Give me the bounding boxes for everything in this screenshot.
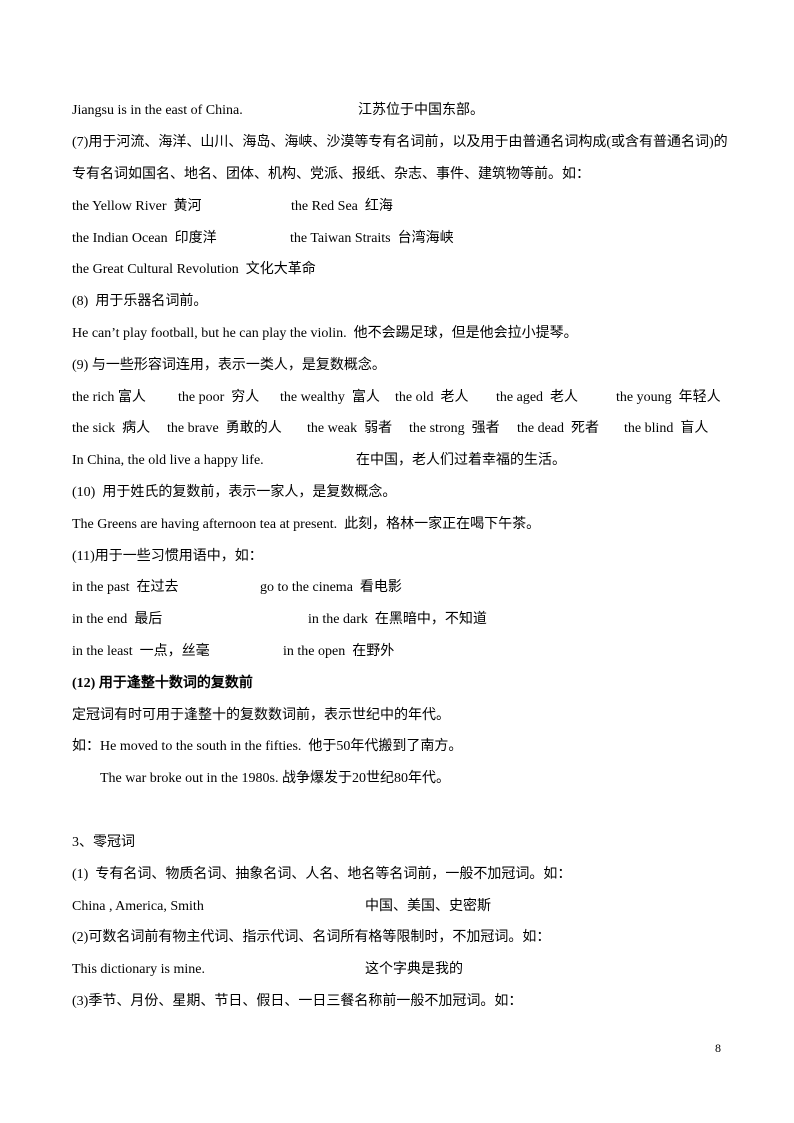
text-segment: the wealthy 富人 — [280, 390, 380, 405]
text-segment: the poor 穷人 — [178, 390, 260, 405]
text-segment: He can’t play football, but he can play … — [72, 326, 578, 341]
text-segment: This dictionary is mine. — [72, 962, 205, 977]
text-segment: 定冠词有时可用于逢整十的复数数词前，表示世纪中的年代。 — [72, 708, 450, 723]
text-segment: 江苏位于中国东部。 — [358, 103, 484, 118]
text-segment: in the least 一点，丝毫 — [72, 644, 210, 659]
text-segment: go to the cinema 看电影 — [260, 580, 402, 595]
text-segment: the Great Cultural Revolution 文化大革命 — [72, 262, 316, 277]
text-segment: the strong 强者 — [409, 421, 500, 436]
text-segment: 这个字典是我的 — [365, 962, 463, 977]
text-segment: the Red Sea 红海 — [291, 199, 393, 214]
text-segment: 中国、美国、史密斯 — [365, 899, 491, 914]
text-segment: (12) 用于逢整十数词的复数前 — [72, 676, 253, 691]
text-segment: 如：He moved to the south in the fifties. … — [72, 739, 463, 754]
text-segment: The Greens are having afternoon tea at p… — [72, 517, 541, 532]
text-segment: the old 老人 — [395, 390, 469, 405]
text-segment: 专有名词如国名、地名、团体、机构、党派、报纸、杂志、事件、建筑物等前。如： — [72, 167, 590, 182]
text-segment: in the end 最后 — [72, 612, 163, 627]
text-segment: (11)用于一些习惯用语中，如： — [72, 549, 263, 564]
text-segment: The war broke out in the 1980s. 战争爆发于20世… — [100, 771, 450, 786]
text-segment: (2)可数名词前有物主代词、指示代词、名词所有格等限制时，不加冠词。如： — [72, 930, 551, 945]
text-segment: the Indian Ocean 印度洋 — [72, 231, 217, 246]
text-segment: in the open 在野外 — [283, 644, 395, 659]
text-segment: (10) 用于姓氏的复数前，表示一家人，是复数概念。 — [72, 485, 397, 500]
text-segment: the blind 盲人 — [624, 421, 709, 436]
text-segment: the brave 勇敢的人 — [167, 421, 282, 436]
text-segment: the Taiwan Straits 台湾海峡 — [290, 231, 454, 246]
text-segment: the aged 老人 — [496, 390, 579, 405]
text-segment: 3、零冠词 — [72, 835, 135, 850]
text-segment: Jiangsu is in the east of China. — [72, 103, 243, 118]
text-segment: the Yellow River 黄河 — [72, 199, 202, 214]
text-segment: (8) 用于乐器名词前。 — [72, 294, 208, 309]
page-number: 8 — [715, 1041, 721, 1055]
text-segment: in the dark 在黑暗中，不知道 — [308, 612, 487, 627]
text-segment: (7)用于河流、海洋、山川、海岛、海峡、沙漠等专有名词前，以及用于由普通名词构成… — [72, 135, 728, 150]
text-segment: the young 年轻人 — [616, 390, 721, 405]
text-segment: (3)季节、月份、星期、节日、假日、一日三餐名称前一般不加冠词。如： — [72, 994, 523, 1009]
text-segment: 在中国，老人们过着幸福的生活。 — [356, 453, 566, 468]
text-segment: the sick 病人 — [72, 421, 151, 436]
text-segment: the weak 弱者 — [307, 421, 393, 436]
text-segment: the rich 富人 — [72, 390, 146, 405]
text-segment: (1) 专有名词、物质名词、抽象名词、人名、地名等名词前，一般不加冠词。如： — [72, 867, 572, 882]
text-segment: China , America, Smith — [72, 899, 204, 914]
text-segment: in the past 在过去 — [72, 580, 179, 595]
text-segment: In China, the old live a happy life. — [72, 453, 264, 468]
text-segment: (9) 与一些形容词连用，表示一类人，是复数概念。 — [72, 358, 386, 373]
text-segment: the dead 死者 — [517, 421, 600, 436]
